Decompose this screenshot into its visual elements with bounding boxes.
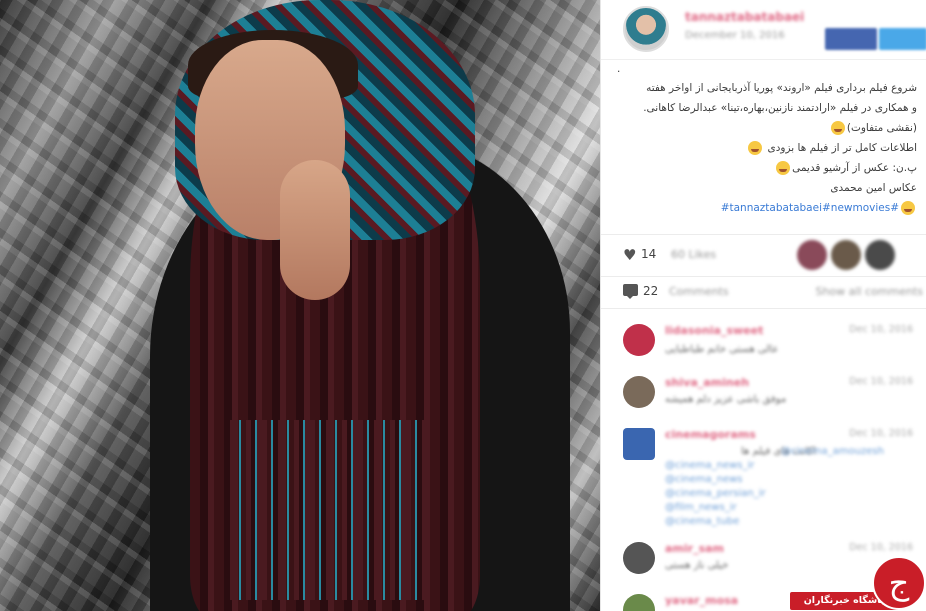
comment-mention-link[interactable]: @cinema_news_ir — [665, 460, 754, 471]
caption-line: شروع فیلم برداری فیلم «اروند» پوریا آذرب… — [646, 82, 917, 94]
comment-text: موفق باشی عزیز دلم همیشه — [665, 394, 787, 405]
post-view: tannaztabatabaei December 10, 2016 . شرو… — [0, 0, 926, 611]
comments-row: 22 Comments Show all comments — [601, 278, 926, 308]
comment-mention-link[interactable]: @film_news_ir — [665, 502, 737, 513]
post-caption: . شروع فیلم برداری فیلم «اروند» پوریا آذ… — [617, 64, 917, 218]
commenter-name[interactable]: yavar_mosa — [665, 594, 738, 607]
liker-avatar[interactable] — [865, 240, 895, 270]
likes-row: ♥ 14 60 Likes — [601, 236, 926, 276]
commenter-avatar[interactable] — [623, 324, 655, 356]
share-twitter-button[interactable] — [879, 28, 926, 50]
comment-mention-link[interactable]: @cinema_tube — [665, 516, 739, 527]
commenter-name[interactable]: cinemagorams — [665, 428, 756, 441]
commenter-avatar[interactable] — [623, 376, 655, 408]
show-all-comments-link[interactable]: Show all comments — [815, 285, 923, 298]
comment-text: خیلی ناز هستی — [665, 560, 729, 571]
yjc-watermark: باشگاه خبرنگاران ج — [790, 556, 926, 611]
comment-mention-link[interactable]: @cinema_amouzesh — [781, 446, 884, 457]
commenter-name[interactable]: lidasonia_sweet — [665, 324, 763, 337]
post-side-panel: tannaztabatabaei December 10, 2016 . شرو… — [600, 0, 926, 611]
caption-line: (نقشی متفاوت) — [617, 118, 917, 138]
comments-label: Comments — [669, 285, 729, 298]
caption-line: عکاس امین محمدی — [830, 182, 917, 194]
watermark-logo-glyph: ج — [888, 564, 910, 602]
author-username[interactable]: tannaztabatabaei — [685, 10, 804, 24]
heart-icon[interactable]: ♥ — [623, 246, 636, 264]
author-avatar[interactable] — [623, 6, 669, 52]
caption-line: پ.ن: عکس از آرشیو قدیمی — [617, 158, 917, 178]
comment-icon[interactable] — [623, 284, 638, 299]
likes-label: 60 Likes — [671, 248, 717, 261]
comment-text: عالی هستی خانم طباطبایی — [665, 344, 779, 355]
emoji-icon — [830, 121, 845, 135]
comment-item: shiva_amineh Dec 10, 2016 موفق باشی عزیز… — [601, 370, 926, 420]
comment-time: Dec 10, 2016 — [849, 428, 913, 439]
comment-item: cinemagorams Dec 10, 2016 اکانت های فیلم… — [601, 422, 926, 534]
like-count: 14 — [641, 247, 657, 261]
post-date: December 10, 2016 — [685, 30, 785, 41]
comment-mention-link[interactable]: @cinema_persian_ir — [665, 488, 766, 499]
divider — [601, 234, 926, 235]
comment-time: Dec 10, 2016 — [849, 542, 913, 553]
emoji-icon — [776, 161, 791, 175]
emoji-icon — [901, 201, 915, 215]
divider — [601, 308, 926, 309]
caption-dot: . — [617, 63, 621, 75]
share-facebook-button[interactable] — [825, 28, 877, 50]
commenter-name[interactable]: amir_sam — [665, 542, 724, 555]
divider — [601, 276, 926, 277]
caption-line: و همکاری در فیلم «ارادتمند نازنین،بهاره،… — [643, 102, 917, 114]
comment-count: 22 — [643, 284, 659, 298]
post-photo[interactable] — [0, 0, 600, 611]
post-header: tannaztabatabaei December 10, 2016 — [601, 0, 926, 60]
comment-time: Dec 10, 2016 — [849, 376, 913, 387]
caption-hashtags[interactable]: #tannaztabatabaei#newmovies# — [617, 198, 917, 218]
commenter-name[interactable]: shiva_amineh — [665, 376, 749, 389]
commenter-avatar[interactable] — [623, 594, 655, 611]
caption-line: اطلاعات کامل تر از فیلم ها بزودی — [617, 138, 917, 158]
emoji-icon — [748, 141, 763, 155]
commenter-avatar[interactable] — [623, 428, 655, 460]
liker-avatar[interactable] — [797, 240, 827, 270]
commenter-avatar[interactable] — [623, 542, 655, 574]
comment-mention-link[interactable]: @cinema_news — [665, 474, 743, 485]
comment-item: lidasonia_sweet Dec 10, 2016 عالی هستی خ… — [601, 318, 926, 368]
comment-time: Dec 10, 2016 — [849, 324, 913, 335]
liker-avatar[interactable] — [831, 240, 861, 270]
